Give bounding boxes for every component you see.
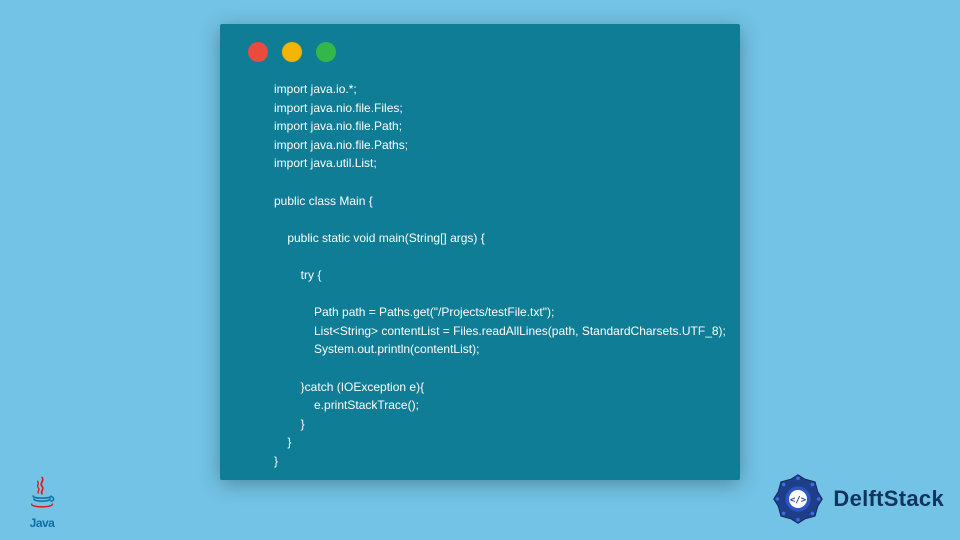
java-cup-icon (22, 476, 62, 510)
code-window: import java.io.*; import java.nio.file.F… (220, 24, 740, 480)
traffic-lights (248, 42, 716, 62)
code-block: import java.io.*; import java.nio.file.F… (274, 80, 716, 470)
java-logo: Java (18, 476, 66, 530)
delftstack-logo: </> DelftStack (771, 472, 944, 526)
java-logo-label: Java (18, 516, 66, 530)
delftstack-label: DelftStack (833, 486, 944, 512)
close-icon (248, 42, 268, 62)
minimize-icon (282, 42, 302, 62)
delftstack-badge-icon: </> (771, 472, 825, 526)
svg-text:</>: </> (790, 496, 807, 506)
maximize-icon (316, 42, 336, 62)
